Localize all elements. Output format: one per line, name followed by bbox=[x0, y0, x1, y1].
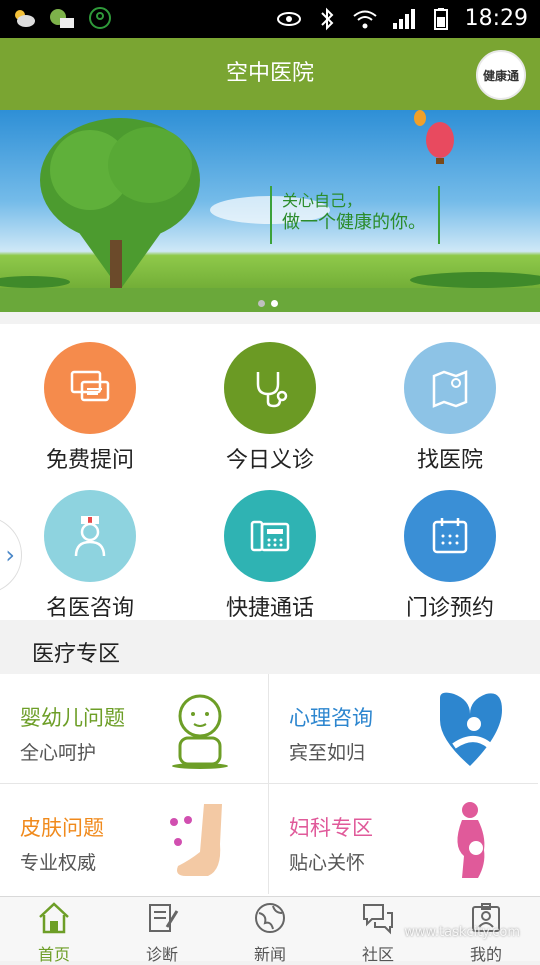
weather-icon bbox=[15, 10, 35, 27]
grid-item-famous-doctor[interactable]: 名医咨询 bbox=[0, 472, 180, 621]
card-subtitle: 专业权威 bbox=[20, 852, 97, 874]
banner-pager bbox=[258, 300, 278, 307]
pager-dot-active[interactable] bbox=[271, 300, 278, 307]
banner-slogan: 关心自己， 做一个健康的你。 bbox=[270, 186, 440, 244]
grid-label: 找医院 bbox=[416, 448, 483, 473]
globe-icon bbox=[255, 903, 285, 933]
grid-label: 名医咨询 bbox=[45, 596, 134, 621]
card-title: 心理咨询 bbox=[289, 706, 373, 730]
page-title: 空中医院 bbox=[225, 61, 314, 86]
grid-item-find-hospital[interactable]: 找医院 bbox=[360, 324, 540, 473]
tab-diagnosis[interactable]: 诊断 bbox=[108, 897, 216, 964]
bottom-tab-bar: 首页 诊断 新闻 社区 我的 www.taskcity.com bbox=[0, 896, 540, 964]
doctor-icon bbox=[44, 490, 136, 582]
brand-badge-text: 健康通 bbox=[482, 68, 519, 83]
chat-icon bbox=[44, 342, 136, 434]
section-title: 医疗专区 bbox=[32, 642, 121, 667]
chevron-right-icon: › bbox=[5, 541, 15, 569]
status-bar: 18:29 bbox=[0, 0, 540, 38]
card-psychology[interactable]: 心理咨询 宾至如归 bbox=[269, 674, 538, 784]
phone-icon bbox=[224, 490, 316, 582]
grid-item-quick-call[interactable]: 快捷通话 bbox=[180, 472, 360, 621]
grid-item-free-clinic[interactable]: 今日义诊 bbox=[180, 324, 360, 473]
tab-label: 首页 bbox=[37, 945, 70, 964]
wifi-icon bbox=[352, 10, 377, 29]
card-subtitle: 全心呵护 bbox=[20, 742, 97, 764]
message-icon bbox=[50, 9, 74, 28]
watermark: www.taskcity.com bbox=[404, 925, 520, 940]
map-icon bbox=[404, 342, 496, 434]
calendar-icon bbox=[404, 490, 496, 582]
tab-news[interactable]: 新闻 bbox=[216, 897, 324, 964]
eye-icon bbox=[276, 12, 301, 26]
status-time: 18:29 bbox=[464, 6, 528, 31]
card-subtitle: 宾至如归 bbox=[289, 742, 366, 764]
grid-label: 免费提问 bbox=[45, 448, 134, 473]
bluetooth-icon bbox=[320, 7, 334, 31]
grid-item-free-question[interactable]: 免费提问 bbox=[0, 324, 180, 473]
tab-home[interactable]: 首页 bbox=[0, 897, 108, 964]
card-gynecology[interactable]: 妇科专区 贴心关怀 bbox=[269, 784, 538, 894]
home-icon bbox=[39, 902, 69, 934]
tab-label: 诊断 bbox=[145, 945, 178, 964]
grid-label: 快捷通话 bbox=[225, 596, 314, 621]
brand-badge-button[interactable]: 健康通 bbox=[476, 50, 526, 100]
section-header: 医疗专区 bbox=[0, 624, 540, 674]
pregnant-icon bbox=[457, 802, 485, 878]
grid-label: 今日义诊 bbox=[225, 448, 314, 473]
stethoscope-icon bbox=[224, 342, 316, 434]
diagnosis-icon bbox=[149, 904, 179, 932]
banner-slogan-line1: 关心自己， bbox=[282, 191, 363, 210]
card-title: 皮肤问题 bbox=[20, 816, 104, 840]
baby-icon bbox=[172, 694, 228, 769]
tab-label: 社区 bbox=[361, 945, 394, 964]
community-icon bbox=[363, 904, 393, 935]
app-bar: 空中医院 健康通 bbox=[0, 38, 540, 110]
signal-icon bbox=[392, 9, 415, 29]
feature-grid: 免费提问 今日义诊 找医院 名医咨询 快捷通话 门诊预约 bbox=[0, 324, 540, 621]
medical-zone-cards: 婴幼儿问题 全心呵护 心理咨询 宾至如归 皮肤问题 专业权威 妇科专区 贴心关怀 bbox=[0, 674, 540, 896]
foot-icon bbox=[170, 804, 222, 876]
grid-label: 门诊预约 bbox=[405, 596, 494, 621]
card-infant[interactable]: 婴幼儿问题 全心呵护 bbox=[0, 674, 269, 784]
card-title: 妇科专区 bbox=[289, 816, 373, 840]
card-title: 婴幼儿问题 bbox=[20, 706, 125, 730]
card-skin[interactable]: 皮肤问题 专业权威 bbox=[0, 784, 269, 894]
pager-dot[interactable] bbox=[258, 300, 265, 307]
battery-icon bbox=[433, 8, 448, 30]
card-subtitle: 贴心关怀 bbox=[289, 852, 366, 874]
heart-person-icon bbox=[440, 692, 502, 766]
app-icon bbox=[89, 7, 111, 29]
tab-label: 我的 bbox=[469, 945, 502, 964]
tab-label: 新闻 bbox=[253, 945, 286, 964]
grid-item-appointment[interactable]: 门诊预约 bbox=[360, 472, 540, 621]
promo-banner[interactable]: 关心自己， 做一个健康的你。 bbox=[0, 110, 540, 312]
banner-slogan-line2: 做一个健康的你。 bbox=[282, 212, 426, 233]
